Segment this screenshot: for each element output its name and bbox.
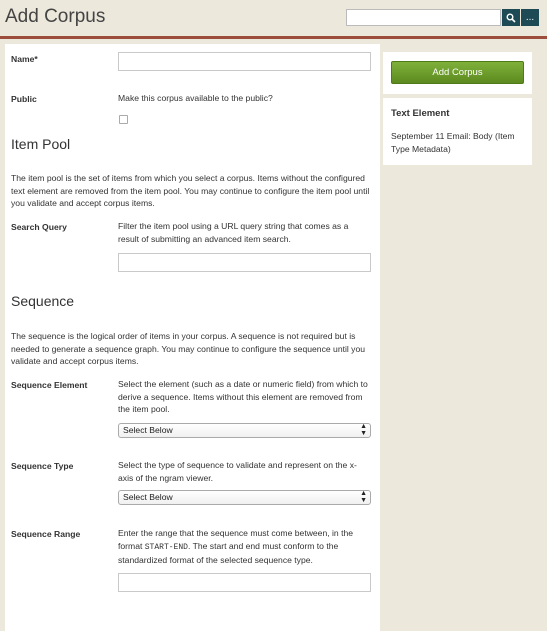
select-arrows-icon: ▲ ▼	[360, 423, 367, 437]
advanced-search-button[interactable]: ...	[521, 9, 539, 26]
text-element-heading: Text Element	[391, 108, 450, 119]
select-arrows-icon: ▲ ▼	[360, 490, 367, 504]
name-input[interactable]	[118, 52, 371, 71]
search-query-label: Search Query	[11, 222, 67, 232]
sequence-element-hint: Select the element (such as a date or nu…	[118, 379, 368, 415]
sequence-type-hint: Select the type of sequence to validate …	[118, 460, 357, 483]
item-pool-heading: Item Pool	[11, 136, 71, 152]
name-label: Name*	[11, 54, 38, 64]
item-pool-description: The item pool is the set of items from w…	[11, 173, 370, 209]
sequence-range-label: Sequence Range	[11, 529, 81, 539]
sequence-element-label: Sequence Element	[11, 380, 88, 390]
text-element-panel: Text Element September 11 Email: Body (I…	[383, 98, 532, 165]
more-icon: ...	[525, 11, 535, 23]
sequence-type-label: Sequence Type	[11, 461, 74, 471]
sequence-description: The sequence is the logical order of ite…	[11, 331, 366, 367]
sequence-range-input[interactable]	[118, 573, 371, 592]
text-element-value: September 11 Email: Body (Item Type Meta…	[391, 131, 515, 154]
header-bar: Add Corpus ...	[0, 0, 547, 39]
page-title: Add Corpus	[5, 6, 106, 27]
search-query-hint: Filter the item pool using a URL query s…	[118, 221, 349, 244]
add-corpus-button[interactable]: Add Corpus	[391, 61, 524, 84]
search-input[interactable]	[346, 9, 501, 26]
range-format-code: START-END	[144, 542, 188, 552]
sequence-element-value: Select Below	[123, 425, 173, 435]
public-checkbox[interactable]	[119, 115, 128, 124]
public-label: Public	[11, 94, 37, 104]
search-button[interactable]	[502, 9, 520, 26]
search-icon	[506, 13, 516, 23]
sequence-element-select[interactable]: Select Below ▲ ▼	[118, 423, 371, 438]
save-panel: Add Corpus	[383, 52, 532, 94]
search-query-input[interactable]	[118, 253, 371, 272]
sequence-heading: Sequence	[11, 293, 75, 309]
sequence-type-value: Select Below	[123, 492, 173, 502]
sequence-range-hint: Enter the range that the sequence must c…	[118, 527, 370, 567]
main-form: Name* Public Make this corpus available …	[5, 44, 380, 631]
sequence-type-select[interactable]: Select Below ▲ ▼	[118, 490, 371, 505]
public-hint: Make this corpus available to the public…	[118, 93, 273, 103]
